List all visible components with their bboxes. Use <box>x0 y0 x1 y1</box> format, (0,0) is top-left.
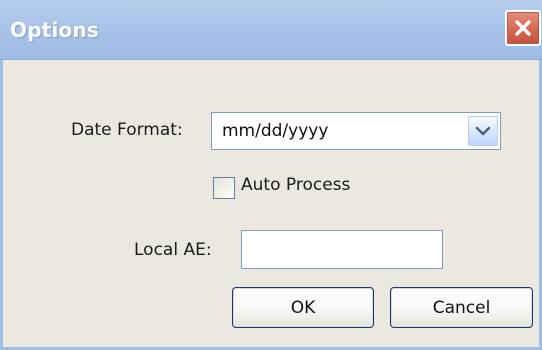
close-icon <box>512 17 534 39</box>
dialog-title: Options <box>10 18 100 42</box>
titlebar[interactable]: Options <box>0 0 542 60</box>
date-format-dropdown-button[interactable] <box>468 116 498 146</box>
date-format-select[interactable]: mm/dd/yyyy <box>211 112 501 150</box>
auto-process-checkbox[interactable] <box>213 177 235 199</box>
ok-button[interactable]: OK <box>232 287 374 328</box>
local-ae-label: Local AE: <box>134 240 212 260</box>
date-format-value: mm/dd/yyyy <box>222 121 329 141</box>
local-ae-input[interactable] <box>241 230 443 269</box>
auto-process-label[interactable]: Auto Process <box>241 175 350 195</box>
close-button[interactable] <box>505 10 541 46</box>
chevron-down-icon <box>475 125 491 137</box>
cancel-button[interactable]: Cancel <box>390 287 533 328</box>
options-dialog: Options Date Format: mm/dd/yyyy Auto Pro… <box>0 0 542 350</box>
date-format-label: Date Format: <box>71 120 183 140</box>
